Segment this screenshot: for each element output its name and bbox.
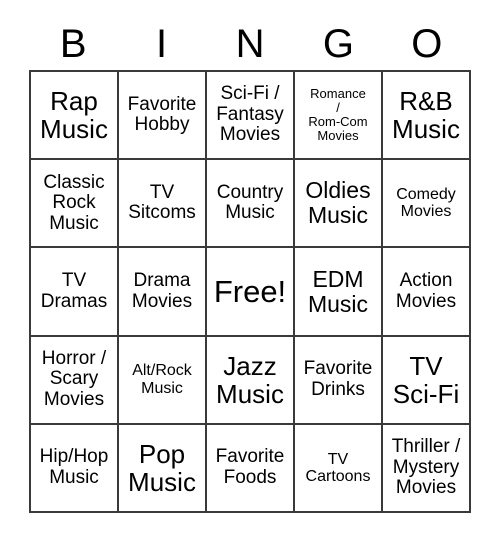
bingo-cell-label: Favorite Hobby	[127, 93, 197, 136]
bingo-cell-label: Oldies Music	[305, 177, 371, 229]
bingo-row: TV Dramas Drama Movies Free! EDM Music Actio…	[31, 248, 471, 337]
bingo-cell-label: TV Sci-Fi	[392, 350, 460, 409]
bingo-cell[interactable]: Horror / Scary Movies	[31, 336, 119, 425]
bingo-cell-label: R&B Music	[392, 86, 460, 145]
bingo-cell[interactable]: Hip/Hop Music	[31, 424, 119, 514]
bingo-cell[interactable]: Oldies Music	[295, 160, 383, 249]
bingo-cell[interactable]: Favorite Hobby	[119, 72, 207, 161]
bingo-row: Horror / Scary Movies Alt/Rock Music Jazz …	[31, 336, 471, 425]
bingo-header-letter-n: N	[206, 18, 294, 70]
bingo-row: Hip/Hop Music Pop Music Favorite Foods TV C…	[31, 424, 471, 514]
bingo-cell[interactable]: TV Dramas	[31, 248, 119, 337]
bingo-header-letter-g: G	[294, 18, 382, 70]
bingo-header-letter-o: O	[383, 18, 471, 70]
bingo-cell[interactable]: Romance / Rom-Com Movies	[295, 72, 383, 161]
bingo-header-letter-i: I	[117, 18, 205, 70]
bingo-cell[interactable]: TV Cartoons	[295, 424, 383, 514]
bingo-row: Classic Rock Music TV Sitcoms Country Musi…	[31, 160, 471, 249]
bingo-cell-label: Hip/Hop Music	[39, 446, 109, 488]
bingo-cell-label: Pop Music	[128, 438, 196, 497]
bingo-cell-label: Country Music	[216, 181, 284, 224]
bingo-cell[interactable]: Classic Rock Music	[31, 160, 119, 249]
bingo-cell-label: Sci-Fi / Fantasy Movies	[216, 83, 284, 146]
bingo-cell-label: Classic Rock Music	[43, 171, 105, 234]
bingo-row: Rap Music Favorite Hobby Sci-Fi / Fantasy …	[31, 72, 471, 161]
bingo-cell-label: Horror / Scary Movies	[41, 347, 107, 410]
bingo-cell-label: Jazz Music	[216, 350, 284, 409]
bingo-cell-free-space[interactable]: Free!	[207, 248, 295, 337]
bingo-cell-label: Thriller / Mystery Movies	[391, 436, 461, 499]
bingo-cell[interactable]: Action Movies	[383, 248, 471, 337]
bingo-cell[interactable]: Favorite Foods	[207, 424, 295, 514]
bingo-cell[interactable]: Alt/Rock Music	[119, 336, 207, 425]
bingo-cell-label: Romance / Rom-Com Movies	[308, 86, 368, 144]
bingo-cell[interactable]: Thriller / Mystery Movies	[383, 424, 471, 514]
bingo-cell[interactable]: Jazz Music	[207, 336, 295, 425]
bingo-header-letter-b: B	[29, 18, 117, 70]
bingo-header-letter-n-label: N	[235, 22, 265, 66]
bingo-cell-label: EDM Music	[307, 265, 369, 317]
bingo-cell-label: Favorite Foods	[215, 446, 285, 488]
bingo-cell-label: TV Cartoons	[305, 450, 371, 485]
bingo-cell[interactable]: EDM Music	[295, 248, 383, 337]
bingo-cell[interactable]: Sci-Fi / Fantasy Movies	[207, 72, 295, 161]
bingo-header-letter-b-label: B	[59, 22, 87, 66]
bingo-card: B I N G O Rap Music Favorite Hobby Sci-Fi …	[0, 0, 500, 544]
bingo-cell-label: Comedy Movies	[396, 186, 456, 221]
bingo-header-letter-g-label: G	[322, 22, 354, 66]
bingo-cell-label: TV Dramas	[40, 269, 108, 312]
bingo-cell[interactable]: Country Music	[207, 160, 295, 249]
bingo-header-row: B I N G O	[29, 18, 471, 70]
bingo-cell-label: Drama Movies	[131, 269, 193, 312]
bingo-cell[interactable]: Rap Music	[31, 72, 119, 161]
bingo-header-letter-i-label: I	[156, 22, 168, 66]
bingo-grid: Rap Music Favorite Hobby Sci-Fi / Fantasy …	[29, 70, 471, 514]
bingo-cell-label: Action Movies	[395, 269, 457, 312]
bingo-cell-label: Rap Music	[40, 86, 108, 145]
bingo-cell[interactable]: Comedy Movies	[383, 160, 471, 249]
bingo-cell-label: Alt/Rock Music	[132, 362, 192, 397]
bingo-cell-label: TV Sitcoms	[128, 181, 196, 224]
bingo-cell-label: Favorite Drinks	[303, 358, 373, 400]
bingo-cell-label: Free!	[213, 273, 287, 309]
bingo-header-letter-o-label: O	[411, 22, 443, 66]
bingo-cell[interactable]: Favorite Drinks	[295, 336, 383, 425]
bingo-cell[interactable]: Drama Movies	[119, 248, 207, 337]
bingo-cell[interactable]: Pop Music	[119, 424, 207, 514]
bingo-cell[interactable]: TV Sitcoms	[119, 160, 207, 249]
bingo-cell[interactable]: R&B Music	[383, 72, 471, 161]
bingo-cell[interactable]: TV Sci-Fi	[383, 336, 471, 425]
